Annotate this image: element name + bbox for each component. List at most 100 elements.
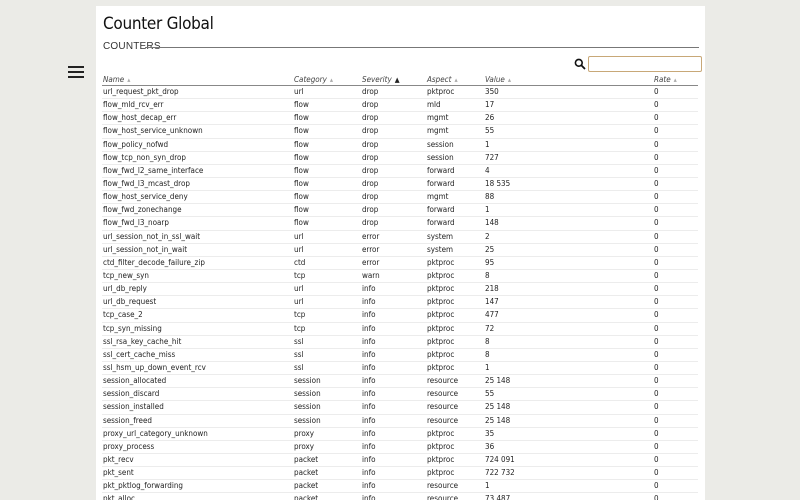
table-row[interactable]: url_session_not_in_wait url error system 25 0	[102, 243, 698, 257]
table-row[interactable]: flow_host_decap_err flow drop mgmt 26 0	[102, 111, 698, 126]
cell-aspect: pktproc	[426, 348, 484, 362]
table-row[interactable]: proxy_process proxy info pktproc 36 0	[102, 440, 698, 454]
cell-severity: info	[361, 492, 426, 500]
cell-category: ssl	[293, 361, 361, 376]
cell-category: tcp	[293, 308, 361, 323]
cell-aspect: forward	[426, 164, 484, 178]
table-row[interactable]: tcp_new_syn tcp warn pktproc 8 0	[102, 269, 698, 284]
table-row[interactable]: flow_fwd_l2_same_interface flow drop forwar…	[102, 164, 698, 178]
cell-category: url	[293, 295, 361, 310]
cell-severity: info	[361, 295, 426, 310]
table-body: url_request_pkt_drop url drop pktproc 350 0 fl…	[102, 85, 698, 500]
cell-severity: info	[361, 348, 426, 362]
cell-value: 722 732	[484, 466, 653, 481]
cell-severity: drop	[361, 177, 426, 192]
cell-rate: 0	[653, 282, 698, 297]
table-row[interactable]: pkt_alloc packet info resource 73 487 0	[102, 492, 698, 500]
cell-value: 727	[484, 151, 653, 165]
table-row[interactable]: flow_host_service_unknown flow drop mgmt 55 0	[102, 124, 698, 139]
cell-severity: info	[361, 322, 426, 336]
cell-aspect: pktproc	[426, 256, 484, 270]
cell-aspect: resource	[426, 479, 484, 494]
table-row[interactable]: flow_fwd_zonechange flow drop forward 1 0	[102, 203, 698, 218]
search-input[interactable]	[588, 56, 702, 72]
cell-name: tcp_syn_missing	[102, 322, 293, 336]
sort-icon: ▴	[329, 75, 334, 84]
cell-rate: 0	[653, 243, 698, 257]
cell-rate: 0	[653, 374, 698, 389]
column-header-aspect[interactable]: Aspect ▴	[426, 73, 484, 86]
column-header-severity[interactable]: Severity ▲	[361, 73, 426, 86]
column-header-value[interactable]: Value ▴	[484, 73, 653, 86]
cell-name: url_session_not_in_wait	[102, 243, 293, 257]
table-row[interactable]: ssl_hsm_up_down_event_rcv ssl info pktproc 1…	[102, 361, 698, 376]
cell-aspect: pktproc	[426, 322, 484, 336]
counters-table: Name ▴ Category ▴ Severity ▲ Aspect ▴ Value ▴ Rate…	[102, 73, 698, 500]
column-header-label: Rate	[654, 74, 671, 84]
table-row[interactable]: tcp_syn_missing tcp info pktproc 72 0	[102, 322, 698, 336]
table-row[interactable]: url_db_request url info pktproc 147 0	[102, 295, 698, 310]
column-header-label: Value	[485, 74, 505, 84]
cell-category: flow	[293, 138, 361, 152]
cell-value: 148	[484, 216, 653, 231]
table-row[interactable]: proxy_url_category_unknown proxy info pktpr…	[102, 427, 698, 441]
cell-aspect: pktproc	[426, 427, 484, 441]
cell-severity: info	[361, 479, 426, 494]
section-divider	[145, 47, 699, 48]
cell-name: pkt_pktlog_forwarding	[102, 479, 293, 494]
column-header-rate[interactable]: Rate ▴	[653, 73, 698, 86]
cell-value: 72	[484, 322, 653, 336]
table-row[interactable]: url_request_pkt_drop url drop pktproc 350 0	[102, 85, 698, 100]
table-row[interactable]: pkt_sent packet info pktproc 722 732 0	[102, 466, 698, 481]
table-row[interactable]: pkt_recv packet info pktproc 724 091 0	[102, 453, 698, 468]
cell-aspect: pktproc	[426, 335, 484, 349]
hamburger-menu-icon[interactable]	[68, 66, 84, 78]
table-row[interactable]: session_allocated session info resource 25 1…	[102, 374, 698, 389]
cell-name: url_db_request	[102, 295, 293, 310]
cell-severity: drop	[361, 164, 426, 178]
cell-name: url_db_reply	[102, 282, 293, 297]
table-row[interactable]: session_installed session info resource 25 1…	[102, 400, 698, 415]
cell-severity: error	[361, 243, 426, 257]
cell-aspect: mld	[426, 98, 484, 113]
cell-aspect: system	[426, 230, 484, 244]
cell-severity: info	[361, 453, 426, 468]
table-row[interactable]: flow_mld_rcv_err flow drop mld 17 0	[102, 98, 698, 113]
table-row[interactable]: tcp_case_2 tcp info pktproc 477 0	[102, 308, 698, 323]
cell-aspect: session	[426, 151, 484, 165]
cell-severity: info	[361, 282, 426, 297]
cell-aspect: resource	[426, 400, 484, 415]
cell-category: proxy	[293, 427, 361, 441]
table-row[interactable]: url_session_not_in_ssl_wait url error syste…	[102, 230, 698, 244]
cell-rate: 0	[653, 335, 698, 349]
cell-category: proxy	[293, 440, 361, 454]
table-row[interactable]: ssl_rsa_key_cache_hit ssl info pktproc 8 0	[102, 335, 698, 349]
cell-rate: 0	[653, 492, 698, 500]
cell-name: ctd_filter_decode_failure_zip	[102, 256, 293, 270]
table-row[interactable]: ctd_filter_decode_failure_zip ctd error pkt…	[102, 256, 698, 270]
cell-rate: 0	[653, 400, 698, 415]
table-row[interactable]: flow_policy_nofwd flow drop session 1 0	[102, 138, 698, 152]
table-row[interactable]: pkt_pktlog_forwarding packet info resource 1…	[102, 479, 698, 494]
column-header-name[interactable]: Name ▴	[102, 73, 293, 86]
table-row[interactable]: session_discard session info resource 55 0	[102, 387, 698, 402]
cell-rate: 0	[653, 414, 698, 428]
cell-rate: 0	[653, 466, 698, 481]
table-row[interactable]: flow_fwd_l3_mcast_drop flow drop forward 18 …	[102, 177, 698, 192]
table-row[interactable]: url_db_reply url info pktproc 218 0	[102, 282, 698, 297]
column-header-category[interactable]: Category ▴	[293, 73, 361, 86]
cell-category: url	[293, 282, 361, 297]
cell-value: 25 148	[484, 374, 653, 389]
table-header-row: Name ▴ Category ▴ Severity ▲ Aspect ▴ Value ▴ Rate…	[102, 73, 698, 86]
cell-name: flow_host_decap_err	[102, 111, 293, 126]
table-row[interactable]: flow_fwd_l3_noarp flow drop forward 148 0	[102, 216, 698, 231]
table-row[interactable]: ssl_cert_cache_miss ssl info pktproc 8 0	[102, 348, 698, 362]
table-row[interactable]: flow_host_service_deny flow drop mgmt 88 0	[102, 190, 698, 205]
cell-value: 25	[484, 243, 653, 257]
table-row[interactable]: flow_tcp_non_syn_drop flow drop session 727 0	[102, 151, 698, 165]
cell-aspect: resource	[426, 492, 484, 500]
cell-severity: drop	[361, 98, 426, 113]
cell-name: proxy_process	[102, 440, 293, 454]
cell-rate: 0	[653, 230, 698, 244]
table-row[interactable]: session_freed session info resource 25 148 0	[102, 414, 698, 428]
